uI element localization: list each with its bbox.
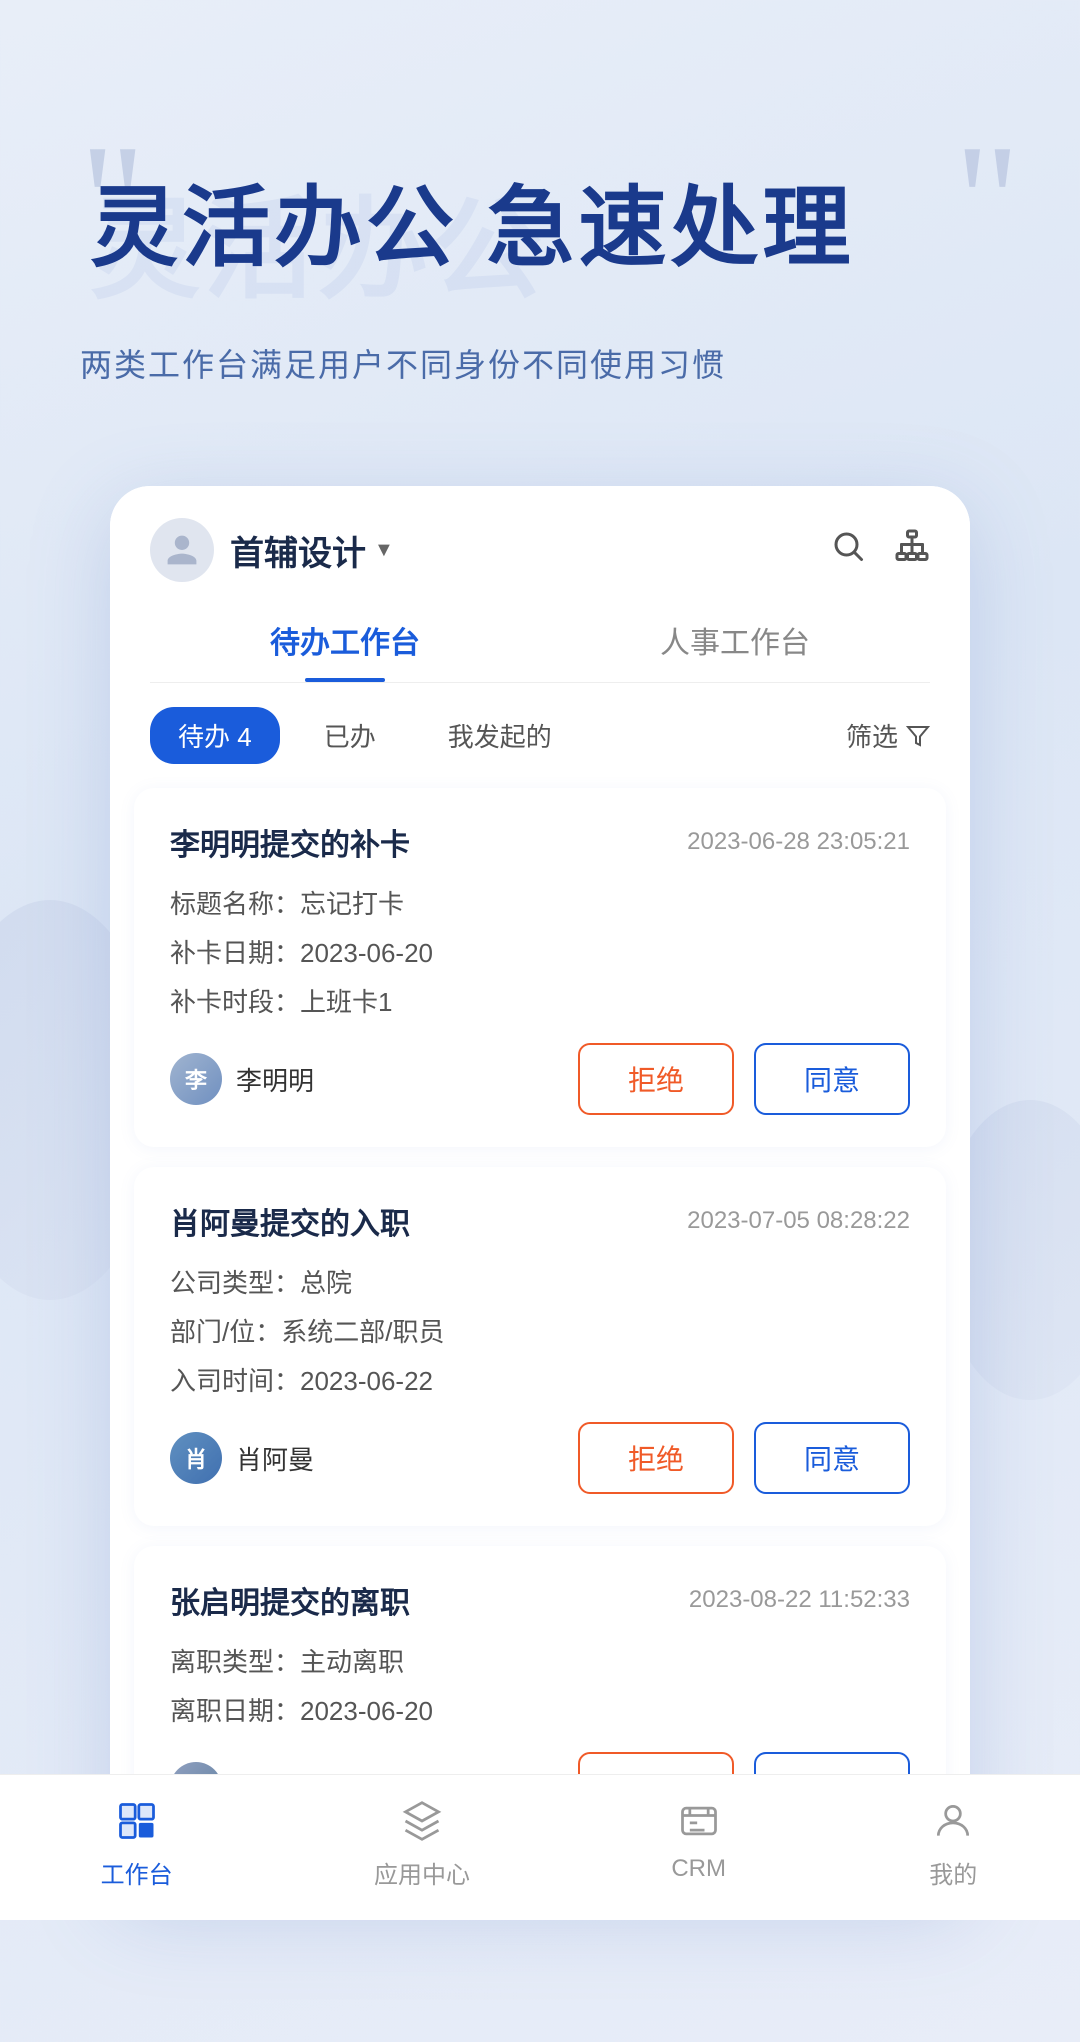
reject-button[interactable]: 拒绝 — [578, 1043, 734, 1115]
company-text: 首辅设计 — [230, 526, 366, 575]
task-footer: 李 李明明 拒绝 同意 — [170, 1043, 910, 1115]
nav-mine[interactable]: 我的 — [927, 1795, 979, 1890]
task-card: 李明明提交的补卡 2023-06-28 23:05:21 标题名称：忘记打卡 补… — [134, 788, 946, 1147]
nav-mine-label: 我的 — [929, 1855, 977, 1890]
filter-label: 筛选 — [846, 717, 898, 754]
reject-button[interactable]: 拒绝 — [578, 1422, 734, 1494]
task-field-1: 离职类型：主动离职 — [170, 1642, 910, 1679]
user-name: 李明明 — [236, 1061, 314, 1098]
nav-crm[interactable]: CRM — [671, 1795, 726, 1890]
task-title: 张启明提交的离职 — [170, 1578, 410, 1622]
bottom-nav: 工作台 应用中心 CRM 我 — [0, 1774, 1080, 1920]
user-avatar: 李 — [170, 1053, 222, 1105]
task-header: 李明明提交的补卡 2023-06-28 23:05:21 — [170, 820, 910, 864]
workspace-tabs: 待办工作台 人事工作台 — [150, 602, 930, 683]
task-field-2: 部门/位：系统二部/职员 — [170, 1312, 910, 1349]
dropdown-arrow-icon: ▼ — [374, 539, 394, 562]
task-title: 李明明提交的补卡 — [170, 820, 410, 864]
company-name-label[interactable]: 首辅设计 ▼ — [230, 526, 394, 575]
tasks-list: 李明明提交的补卡 2023-06-28 23:05:21 标题名称：忘记打卡 补… — [110, 788, 970, 1856]
nav-crm-label: CRM — [671, 1855, 726, 1883]
user-name: 肖阿曼 — [236, 1440, 314, 1477]
task-user: 肖 肖阿曼 — [170, 1432, 314, 1484]
user-avatar: 肖 — [170, 1432, 222, 1484]
task-user: 李 李明明 — [170, 1053, 314, 1105]
task-header: 张启明提交的离职 2023-08-22 11:52:33 — [170, 1578, 910, 1622]
hero-section: " " 灵活办公 灵活办公 急速处理 两类工作台满足用户不同身份不同使用习惯 — [0, 0, 1080, 446]
filter-bar: 待办 4 已办 我发起的 筛选 — [110, 683, 970, 788]
hero-title: 灵活办公 急速处理 — [90, 180, 854, 277]
nav-workspace[interactable]: 工作台 — [101, 1795, 173, 1890]
filter-pending[interactable]: 待办 4 — [150, 707, 280, 764]
task-card: 肖阿曼提交的入职 2023-07-05 08:28:22 公司类型：总院 部门/… — [134, 1167, 946, 1526]
nav-workspace-label: 工作台 — [101, 1855, 173, 1890]
filter-icon — [906, 724, 930, 748]
task-field-2: 离职日期：2023-06-20 — [170, 1691, 910, 1728]
workspace-icon — [111, 1795, 163, 1847]
task-actions: 拒绝 同意 — [578, 1043, 910, 1115]
task-time: 2023-06-28 23:05:21 — [687, 828, 910, 856]
appcenter-icon — [396, 1795, 448, 1847]
task-footer: 肖 肖阿曼 拒绝 同意 — [170, 1422, 910, 1494]
approve-button[interactable]: 同意 — [754, 1043, 910, 1115]
tab-todo-workspace[interactable]: 待办工作台 — [150, 602, 540, 682]
approve-button[interactable]: 同意 — [754, 1422, 910, 1494]
nav-appcenter[interactable]: 应用中心 — [374, 1795, 470, 1890]
company-avatar — [150, 518, 214, 582]
tab-hr-workspace[interactable]: 人事工作台 — [540, 602, 930, 682]
task-field-3: 补卡时段：上班卡1 — [170, 982, 910, 1019]
filter-done[interactable]: 已办 — [296, 707, 404, 764]
task-field-2: 补卡日期：2023-06-20 — [170, 933, 910, 970]
crm-icon — [673, 1795, 725, 1847]
company-selector[interactable]: 首辅设计 ▼ — [150, 518, 394, 582]
phone-mockup: 首辅设计 ▼ — [110, 486, 970, 1896]
nav-appcenter-label: 应用中心 — [374, 1855, 470, 1890]
header-actions — [830, 528, 930, 573]
task-time: 2023-08-22 11:52:33 — [689, 1586, 910, 1614]
filter-initiated[interactable]: 我发起的 — [420, 707, 580, 764]
task-field-1: 公司类型：总院 — [170, 1263, 910, 1300]
task-time: 2023-07-05 08:28:22 — [687, 1207, 910, 1235]
filter-button[interactable]: 筛选 — [846, 717, 930, 754]
mine-icon — [927, 1795, 979, 1847]
search-icon[interactable] — [830, 528, 866, 573]
person-icon — [164, 532, 200, 568]
task-field-1: 标题名称：忘记打卡 — [170, 884, 910, 921]
quote-close-icon: " — [955, 120, 1020, 280]
hero-description: 两类工作台满足用户不同身份不同使用习惯 — [80, 340, 1020, 386]
task-header: 肖阿曼提交的入职 2023-07-05 08:28:22 — [170, 1199, 910, 1243]
org-chart-icon[interactable] — [894, 528, 930, 573]
task-field-3: 入司时间：2023-06-22 — [170, 1361, 910, 1398]
task-actions: 拒绝 同意 — [578, 1422, 910, 1494]
phone-header: 首辅设计 ▼ — [110, 486, 970, 602]
task-title: 肖阿曼提交的入职 — [170, 1199, 410, 1243]
